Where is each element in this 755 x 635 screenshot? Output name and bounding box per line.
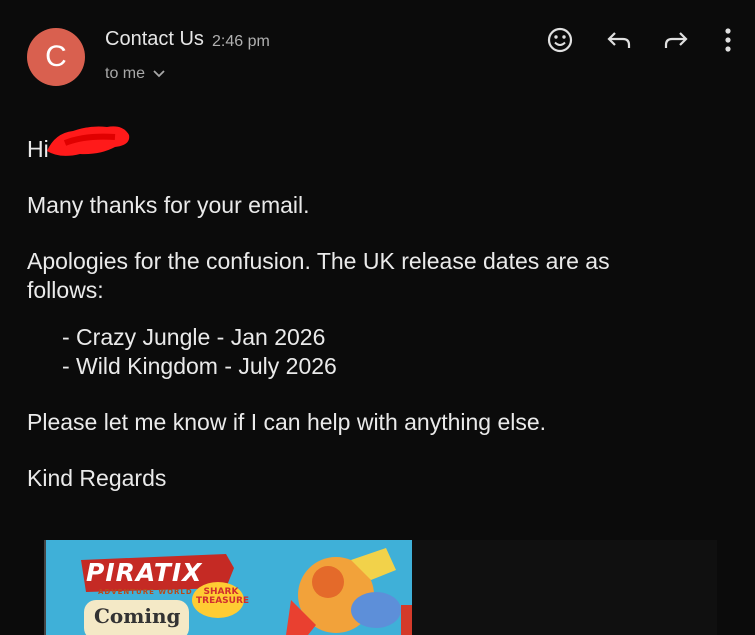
banner-logo: PIRATIX	[86, 558, 203, 587]
release-list: - Crazy Jungle - Jan 2026 - Wild Kingdom…	[27, 323, 717, 381]
reply-icon[interactable]	[604, 25, 634, 55]
forward-icon[interactable]	[661, 25, 691, 55]
recipient-label: to me	[105, 65, 146, 82]
message-line-1: Many thanks for your email.	[27, 192, 310, 218]
list-item: - Crazy Jungle - Jan 2026	[62, 324, 326, 350]
sender-name[interactable]: Contact Us	[105, 28, 204, 51]
promo-image[interactable]: PIRATIX ADVENTURE WORLD SHARK TREASURE C…	[44, 540, 414, 635]
message-line-3: Please let me know if I can help with an…	[27, 409, 547, 435]
emoji-react-icon[interactable]	[545, 25, 575, 55]
list-item: - Wild Kingdom - July 2026	[62, 353, 337, 379]
more-vert-icon[interactable]	[713, 25, 743, 55]
redaction-mark	[46, 125, 129, 163]
message-line-2: Apologies for the confusion. The UK rele…	[27, 248, 610, 303]
image-backdrop	[412, 540, 717, 635]
coming-text: Coming	[94, 604, 181, 628]
banner-badge: SHARK TREASURE	[196, 587, 250, 606]
recipient-toggle[interactable]: to me	[105, 65, 165, 83]
sender-avatar[interactable]: C	[27, 28, 85, 86]
signoff: Kind Regards	[27, 465, 167, 491]
message-time: 2:46 pm	[212, 33, 270, 50]
chevron-down-icon	[153, 70, 165, 78]
avatar-letter: C	[45, 40, 67, 73]
message-body: Hi Many thanks for your email. Apologies…	[27, 125, 717, 493]
banner-subtitle: ADVENTURE WORLD	[98, 588, 193, 596]
